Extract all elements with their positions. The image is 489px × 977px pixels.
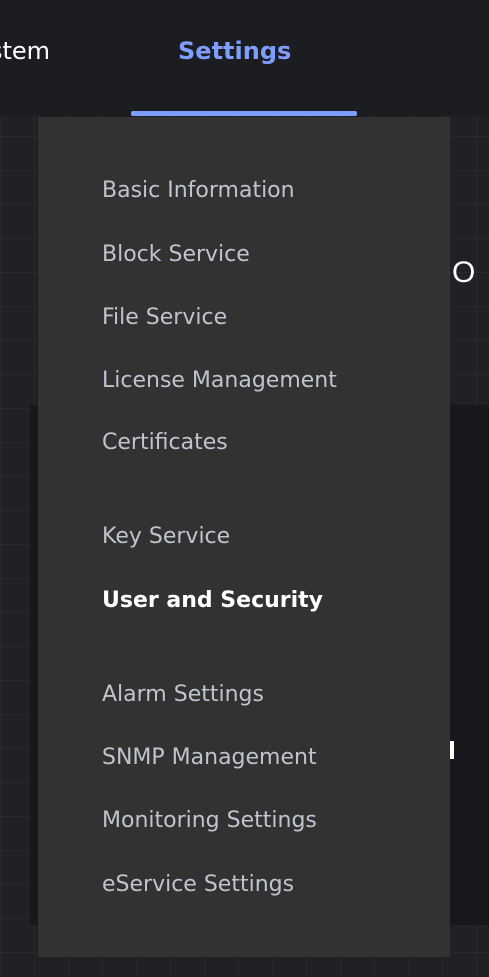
menu-item-snmp-management[interactable]: SNMP Management — [102, 743, 317, 773]
active-tab-indicator — [131, 111, 357, 116]
settings-dropdown-menu: Basic Information Block Service File Ser… — [38, 117, 450, 957]
background-heading-fragment: O — [452, 256, 476, 289]
menu-item-key-service[interactable]: Key Service — [102, 522, 230, 552]
menu-item-user-and-security[interactable]: User and Security — [102, 586, 323, 616]
menu-item-block-service[interactable]: Block Service — [102, 240, 250, 270]
menu-item-certificates[interactable]: Certificates — [102, 428, 228, 458]
tab-system[interactable]: stem — [0, 33, 50, 69]
tab-settings[interactable]: Settings — [178, 33, 291, 69]
background-text-fragment — [450, 741, 454, 759]
menu-item-eservice-settings[interactable]: eService Settings — [102, 870, 294, 900]
menu-item-alarm-settings[interactable]: Alarm Settings — [102, 680, 264, 710]
menu-item-monitoring-settings[interactable]: Monitoring Settings — [102, 806, 317, 836]
menu-item-basic-information[interactable]: Basic Information — [102, 176, 295, 206]
menu-item-license-management[interactable]: License Management — [102, 366, 337, 396]
menu-item-file-service[interactable]: File Service — [102, 303, 227, 333]
top-nav-bar: stem Settings — [0, 0, 489, 116]
